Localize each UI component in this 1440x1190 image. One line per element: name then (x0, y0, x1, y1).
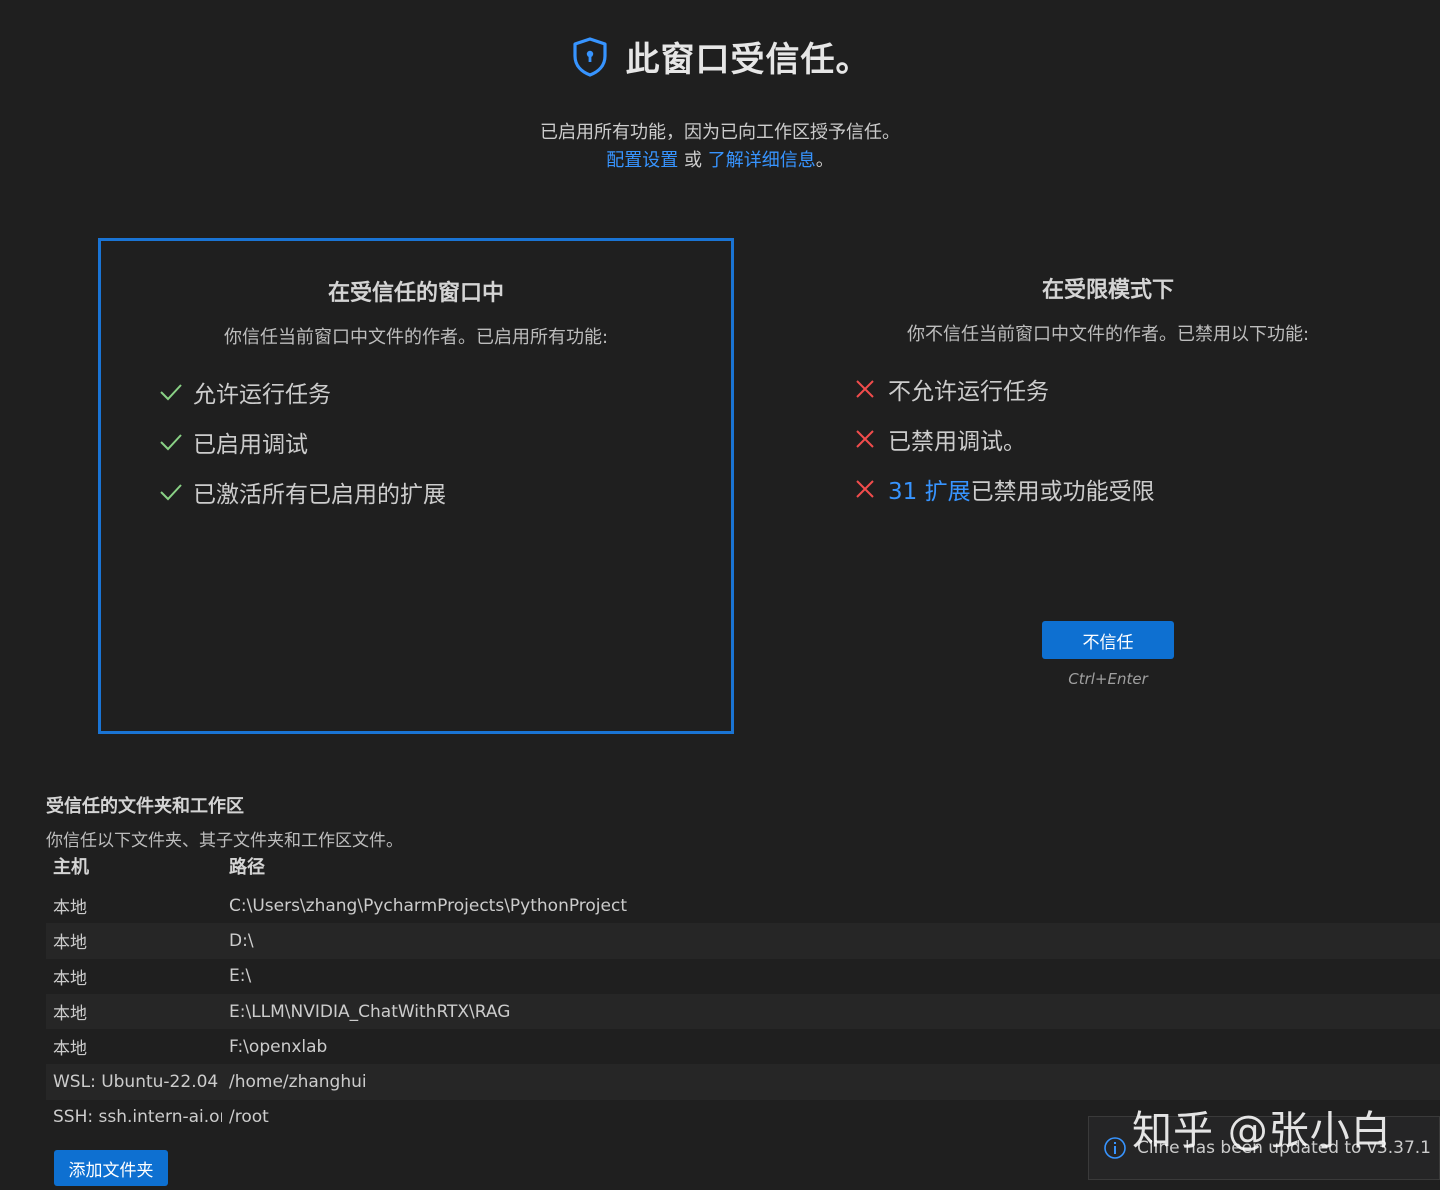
path-cell: E:\ (229, 966, 252, 987)
period-text: 。 (815, 150, 834, 171)
restricted-feature-list: 不允许运行任务 已禁用调试。 31 扩展 已禁用或功能受限 (854, 364, 1155, 514)
check-icon (159, 482, 193, 502)
host-cell: 本地 (53, 1039, 87, 1060)
feature-label: 允许运行任务 (193, 382, 331, 408)
path-cell: /root (229, 1107, 269, 1128)
toast-message: Cline has been updated to v3.37.1 (1137, 1138, 1431, 1158)
workspace-trust-page: 此窗口受信任。 已启用所有功能，因为已向工作区授予信任。 配置设置 或 了解详细… (0, 0, 1440, 1190)
path-cell: C:\Users\zhang\PycharmProjects\PythonPro… (229, 895, 628, 916)
trusted-panel-description: 你信任当前窗口中文件的作者。已启用所有功能: (223, 327, 609, 348)
or-text: 或 (684, 150, 702, 171)
restricted-panel-title: 在受限模式下 (1041, 278, 1174, 303)
trusted-folders-title: 受信任的文件夹和工作区 (46, 796, 244, 817)
header: 此窗口受信任。 (0, 32, 1440, 81)
trusted-panel-title: 在受信任的窗口中 (327, 281, 504, 306)
host-cell: 本地 (53, 898, 87, 919)
notification-toast[interactable]: Cline has been updated to v3.37.1 (1088, 1116, 1440, 1180)
list-item: 允许运行任务 (159, 367, 446, 417)
shortcut-hint: Ctrl+Enter (1068, 670, 1148, 688)
table-row[interactable]: WSL: Ubuntu-22.04 /home/zhanghui (46, 1064, 1440, 1100)
dont-trust-button[interactable]: 不信任 (1042, 621, 1174, 659)
host-cell: WSL: Ubuntu-22.04 (53, 1072, 219, 1093)
list-item: 已激活所有已启用的扩展 (159, 467, 446, 517)
trusted-folders-section: 受信任的文件夹和工作区 你信任以下文件夹、其子文件夹和工作区文件。 主机 路径 … (46, 792, 1440, 1127)
path-cell: E:\LLM\NVIDIA_ChatWithRTX\RAG (229, 1001, 511, 1022)
host-cell: 本地 (53, 968, 87, 989)
table-row[interactable]: 本地 E:\ (46, 959, 1440, 994)
path-cell: D:\ (229, 930, 254, 951)
header-links: 配置设置 或 了解详细信息。 (0, 146, 1440, 172)
check-icon (159, 432, 193, 452)
path-column-header: 路径 (229, 857, 265, 878)
learn-more-link[interactable]: 了解详细信息 (708, 150, 816, 171)
table-row[interactable]: 本地 C:\Users\zhang\PycharmProjects\Python… (46, 888, 1440, 923)
trusted-panel: 在受信任的窗口中 你信任当前窗口中文件的作者。已启用所有功能: 允许运行任务 已… (98, 238, 734, 734)
feature-label: 不允许运行任务 (888, 379, 1049, 405)
host-cell: SSH: ssh.intern-ai.or (53, 1107, 222, 1128)
table-row[interactable]: 本地 F:\openxlab (46, 1029, 1440, 1064)
list-item: 不允许运行任务 (854, 364, 1155, 414)
trusted-feature-list: 允许运行任务 已启用调试 已激活所有已启用的扩展 (159, 367, 446, 517)
table-header: 主机 路径 (46, 844, 1440, 888)
cross-icon (854, 478, 888, 500)
feature-label: 已禁用或功能受限 (970, 479, 1155, 505)
page-title: 此窗口受信任。 (625, 40, 871, 80)
list-item: 31 扩展 已禁用或功能受限 (854, 464, 1155, 514)
cross-icon (854, 378, 888, 400)
shield-icon (570, 36, 610, 78)
list-item: 已禁用调试。 (854, 414, 1155, 464)
feature-label: 已激活所有已启用的扩展 (193, 482, 446, 508)
cross-icon (854, 428, 888, 450)
add-folder-button[interactable]: 添加文件夹 (54, 1150, 168, 1186)
list-item: 已启用调试 (159, 417, 446, 467)
path-cell: F:\openxlab (229, 1036, 328, 1057)
feature-label: 已禁用调试。 (888, 429, 1026, 455)
extensions-link[interactable]: 31 扩展 (888, 472, 971, 506)
host-cell: 本地 (53, 933, 87, 954)
table-row[interactable]: 本地 D:\ (46, 923, 1440, 959)
restricted-panel: 在受限模式下 你不信任当前窗口中文件的作者。已禁用以下功能: 不允许运行任务 已… (790, 238, 1426, 734)
trusted-folders-table: 主机 路径 本地 C:\Users\zhang\PycharmProjects\… (46, 844, 1440, 1135)
path-cell: /home/zhanghui (229, 1072, 367, 1093)
trust-subtitle: 已启用所有功能，因为已向工作区授予信任。 (540, 122, 900, 143)
table-row[interactable]: 本地 E:\LLM\NVIDIA_ChatWithRTX\RAG (46, 993, 1440, 1030)
host-column-header: 主机 (53, 857, 89, 878)
configure-settings-link[interactable]: 配置设置 (606, 150, 678, 171)
host-cell: 本地 (53, 1004, 87, 1025)
feature-label: 已启用调试 (193, 432, 308, 458)
restricted-panel-description: 你不信任当前窗口中文件的作者。已禁用以下功能: (906, 324, 1310, 345)
check-icon (159, 382, 193, 402)
info-icon (1103, 1136, 1127, 1160)
